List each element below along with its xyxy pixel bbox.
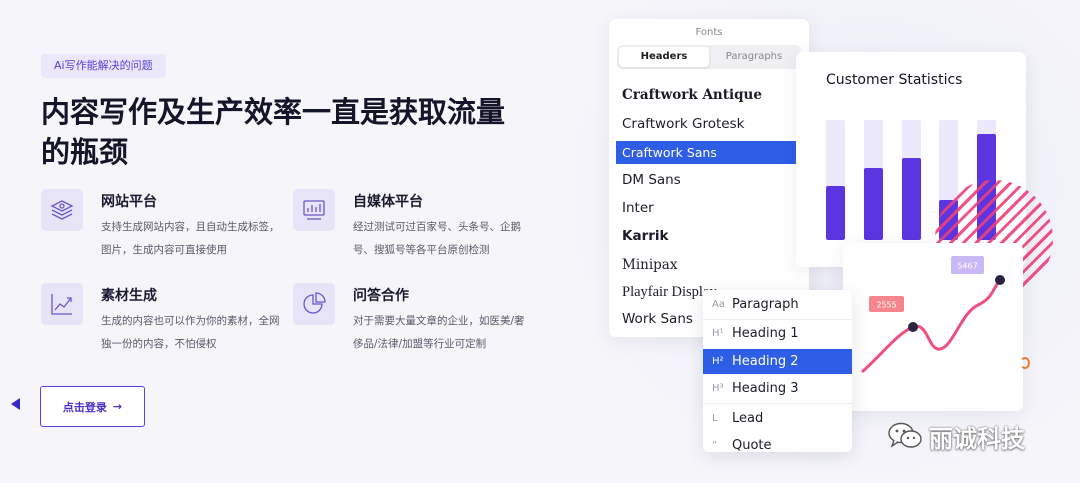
menu-divider [703, 319, 852, 320]
line-chart: 2555 5467 [861, 256, 1005, 373]
heading-3-icon: H³ [712, 383, 724, 394]
menu-item-label: Heading 2 [732, 354, 799, 369]
line-chart-card: 2555 5467 [843, 243, 1023, 411]
feature-media: 自媒体平台 经过测试可过百家号、头条号、企鹅号、搜狐号等各平台原创检测 [293, 189, 543, 259]
feature-title: 素材生成 [101, 288, 157, 304]
tab-paragraphs[interactable]: Paragraphs [709, 47, 799, 67]
stat-bar-fill [826, 186, 845, 240]
menu-item-label: Paragraph [732, 297, 799, 312]
fonts-tab-switch: Headers Paragraphs [617, 45, 801, 69]
menu-item-heading-3[interactable]: H³ Heading 3 [703, 376, 852, 401]
feature-desc: 生成的内容也可以作为你的素材，全网独一份的内容，不怕侵权 [101, 315, 280, 350]
feature-desc: 对于需要大量文章的企业，如医美/奢侈品/法律/加盟等行业可定制 [353, 315, 525, 350]
value-label: 2555 [876, 301, 896, 310]
font-item-inter[interactable]: Inter [616, 197, 796, 220]
heading-2-icon: H² [712, 356, 724, 367]
feature-website: 网站平台 支持生成网站内容，且自动生成标签，图片，生成内容可直接使用 [41, 189, 291, 259]
font-item-minipax[interactable]: Minipax [616, 254, 796, 277]
page-title: 内容写作及生产效率一直是获取流量 的瓶颈 [41, 92, 541, 172]
menu-item-label: Lead [732, 411, 764, 426]
media-chart-icon [293, 189, 335, 231]
feature-desc: 经过测试可过百家号、头条号、企鹅号、搜狐号等各平台原创检测 [353, 221, 521, 256]
headline-line-2: 的瓶颈 [41, 135, 129, 169]
carousel-prev-icon[interactable] [11, 398, 20, 410]
font-item-craftwork-grotesk[interactable]: Craftwork Grotesk [616, 113, 796, 136]
login-button-label: 点击登录 [62, 400, 107, 414]
font-item-karrik[interactable]: Karrik [616, 225, 796, 248]
font-item-craftwork-sans[interactable]: Craftwork Sans [616, 141, 796, 164]
feature-material: 素材生成 生成的内容也可以作为你的素材，全网独一份的内容，不怕侵权 [41, 283, 291, 353]
tab-headers[interactable]: Headers [619, 47, 709, 67]
font-item-dm-sans[interactable]: DM Sans [616, 169, 796, 192]
menu-item-label: Quote [732, 438, 772, 452]
menu-item-paragraph[interactable]: Aa Paragraph [703, 292, 852, 317]
login-button[interactable]: 点击登录 → [40, 386, 145, 427]
heading-1-icon: H¹ [712, 328, 724, 339]
feature-title: 网站平台 [101, 194, 157, 210]
headline-line-1: 内容写作及生产效率一直是获取流量 [41, 95, 506, 129]
menu-item-heading-1[interactable]: H¹ Heading 1 [703, 321, 852, 346]
paragraph-icon: Aa [712, 299, 725, 310]
paragraph-style-menu: Aa Paragraph H¹ Heading 1 H² Heading 2 H… [703, 290, 852, 452]
stat-bar-fill [864, 168, 883, 240]
wechat-icon [888, 422, 922, 448]
stat-bar [902, 120, 921, 240]
menu-item-label: Heading 1 [732, 326, 799, 341]
menu-item-heading-2[interactable]: H² Heading 2 [703, 349, 852, 374]
menu-item-quote[interactable]: “ Quote [703, 433, 852, 452]
value-label: 5467 [957, 262, 977, 271]
feature-title: 问答合作 [353, 288, 409, 304]
section-tag: Ai写作能解决的问题 [41, 54, 166, 78]
watermark: 丽诚科技 [887, 416, 1025, 456]
menu-item-lead[interactable]: L Lead [703, 406, 852, 431]
decorative-orange-ring [1020, 357, 1030, 369]
arrow-right-icon: → [112, 400, 123, 413]
pie-chart-icon [293, 283, 335, 325]
feature-qa: 问答合作 对于需要大量文章的企业，如医美/奢侈品/法律/加盟等行业可定制 [293, 283, 543, 353]
chart-line [861, 278, 1002, 373]
fonts-panel-title: Fonts [695, 27, 723, 38]
layers-icon [41, 189, 83, 231]
menu-divider [703, 403, 852, 404]
stat-bar [826, 120, 845, 240]
trend-chart-icon [41, 283, 83, 325]
chart-point [995, 275, 1005, 285]
font-item-craftwork-antique[interactable]: Craftwork Antique [616, 84, 796, 107]
stat-bar [864, 120, 883, 240]
watermark-text: 丽诚科技 [929, 424, 1025, 453]
quote-icon: “ [712, 440, 718, 451]
chart-point [908, 322, 918, 332]
menu-item-label: Heading 3 [732, 381, 799, 396]
stat-bar-fill [902, 158, 921, 240]
lead-icon: L [712, 413, 718, 424]
stats-card-title: Customer Statistics [826, 72, 963, 88]
feature-desc: 支持生成网站内容，且自动生成标签，图片，生成内容可直接使用 [101, 221, 280, 256]
feature-title: 自媒体平台 [353, 194, 423, 210]
